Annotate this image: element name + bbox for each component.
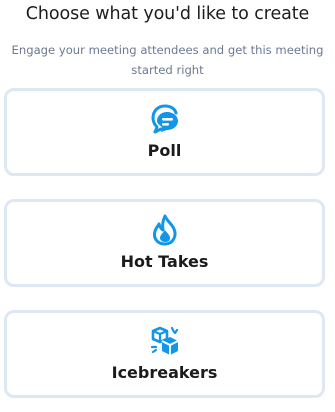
ice-cubes-icon [147, 323, 183, 359]
chat-bubbles-icon [147, 101, 183, 137]
page-title: Choose what you'd like to create [25, 4, 310, 24]
poll-label: Poll [147, 141, 182, 160]
flame-icon [147, 212, 183, 248]
hot-takes-label: Hot Takes [120, 252, 209, 271]
poll-option-card[interactable]: Poll [4, 88, 325, 176]
hot-takes-option-card[interactable]: Hot Takes [4, 199, 325, 287]
icebreakers-label: Icebreakers [111, 363, 218, 382]
icebreakers-option-card[interactable]: Icebreakers [4, 310, 325, 398]
page-subtitle: Engage your meeting attendees and get th… [11, 43, 324, 77]
